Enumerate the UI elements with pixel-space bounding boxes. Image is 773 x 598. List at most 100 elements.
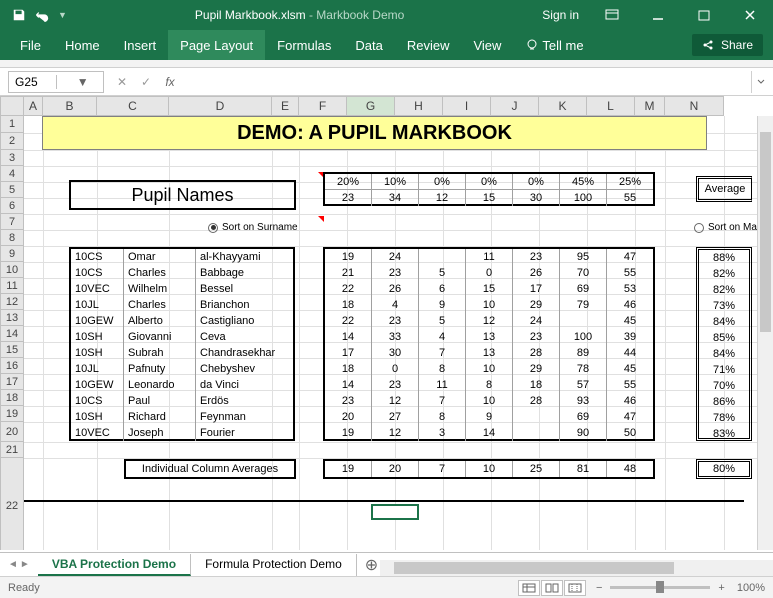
maximize-button[interactable]	[681, 0, 727, 30]
mark-cell[interactable]: 17	[513, 281, 560, 297]
mark-cell[interactable]: 13	[466, 345, 513, 361]
ribbon-tab-view[interactable]: View	[461, 30, 513, 60]
mark-cell[interactable]: 4	[419, 329, 466, 345]
mark-cell[interactable]: 28	[513, 345, 560, 361]
weight-cell[interactable]: 10%	[372, 174, 419, 190]
class-cell[interactable]: 10VEC	[71, 281, 124, 297]
avg-cell[interactable]: 82%	[699, 266, 749, 282]
col-avg-cell[interactable]: 10	[466, 461, 513, 477]
mark-cell[interactable]: 29	[513, 297, 560, 313]
col-avg-cell[interactable]: 48	[607, 461, 653, 477]
last-cell[interactable]: Ceva	[196, 329, 293, 345]
mark-cell[interactable]: 23	[513, 249, 560, 265]
sort-mark-radio[interactable]: Sort on Mark	[694, 222, 765, 233]
mark-cell[interactable]: 9	[419, 297, 466, 313]
mark-cell[interactable]: 47	[607, 409, 653, 425]
mark-cell[interactable]: 70	[560, 265, 607, 281]
first-cell[interactable]: Alberto	[124, 313, 196, 329]
first-cell[interactable]: Charles	[124, 297, 196, 313]
mark-cell[interactable]: 45	[607, 361, 653, 377]
mark-cell[interactable]	[513, 409, 560, 425]
mark-cell[interactable]: 18	[325, 297, 372, 313]
mark-cell[interactable]: 89	[560, 345, 607, 361]
minimize-button[interactable]	[635, 0, 681, 30]
col-header-I[interactable]: I	[443, 96, 491, 116]
maxmark-cell[interactable]: 12	[419, 190, 466, 206]
first-cell[interactable]: Richard	[124, 409, 196, 425]
class-cell[interactable]: 10SH	[71, 409, 124, 425]
class-cell[interactable]: 10CS	[71, 249, 124, 265]
active-cell[interactable]	[371, 504, 419, 520]
ribbon-tab-file[interactable]: File	[8, 30, 53, 60]
last-cell[interactable]: Fourier	[196, 425, 293, 441]
avg-cell[interactable]: 86%	[699, 394, 749, 410]
tell-me[interactable]: Tell me	[513, 30, 595, 60]
avg-cell[interactable]: 85%	[699, 330, 749, 346]
mark-cell[interactable]: 46	[607, 297, 653, 313]
close-button[interactable]	[727, 0, 773, 30]
weight-cell[interactable]: 25%	[607, 174, 653, 190]
mark-cell[interactable]: 3	[419, 425, 466, 441]
mark-cell[interactable]: 50	[607, 425, 653, 441]
last-cell[interactable]: al-Khayyami	[196, 249, 293, 265]
zoom-slider[interactable]	[610, 586, 710, 589]
mark-cell[interactable]	[560, 313, 607, 329]
mark-cell[interactable]: 28	[513, 393, 560, 409]
save-icon[interactable]	[12, 8, 26, 22]
maxmark-cell[interactable]: 30	[513, 190, 560, 206]
first-cell[interactable]: Leonardo	[124, 377, 196, 393]
ribbon-tab-page-layout[interactable]: Page Layout	[168, 30, 265, 60]
mark-cell[interactable]: 90	[560, 425, 607, 441]
mark-cell[interactable]: 23	[513, 329, 560, 345]
row-header-15[interactable]: 15	[0, 342, 24, 358]
normal-view-icon[interactable]	[518, 580, 540, 596]
mark-cell[interactable]: 47	[607, 249, 653, 265]
row-header-3[interactable]: 3	[0, 150, 24, 166]
first-cell[interactable]: Joseph	[124, 425, 196, 441]
horizontal-scrollbar[interactable]	[380, 560, 773, 576]
class-cell[interactable]: 10CS	[71, 265, 124, 281]
mark-cell[interactable]: 26	[372, 281, 419, 297]
mark-cell[interactable]: 20	[325, 409, 372, 425]
class-cell[interactable]: 10GEW	[71, 377, 124, 393]
mark-cell[interactable]: 45	[607, 313, 653, 329]
mark-cell[interactable]: 78	[560, 361, 607, 377]
mark-cell[interactable]: 93	[560, 393, 607, 409]
mark-cell[interactable]: 24	[372, 249, 419, 265]
last-cell[interactable]: Bessel	[196, 281, 293, 297]
mark-cell[interactable]: 0	[466, 265, 513, 281]
mark-cell[interactable]: 8	[419, 409, 466, 425]
mark-cell[interactable]: 39	[607, 329, 653, 345]
mark-cell[interactable]: 26	[513, 265, 560, 281]
last-cell[interactable]: Feynman	[196, 409, 293, 425]
avg-cell[interactable]: 83%	[699, 426, 749, 442]
col-avg-cell[interactable]: 7	[419, 461, 466, 477]
col-header-D[interactable]: D	[169, 96, 272, 116]
enter-formula-icon[interactable]: ✓	[134, 75, 158, 89]
first-cell[interactable]: Omar	[124, 249, 196, 265]
mark-cell[interactable]: 23	[325, 393, 372, 409]
expand-formula-bar-icon[interactable]	[751, 71, 769, 93]
last-cell[interactable]: Erdös	[196, 393, 293, 409]
first-cell[interactable]: Pafnuty	[124, 361, 196, 377]
mark-cell[interactable]: 29	[513, 361, 560, 377]
mark-cell[interactable]: 4	[372, 297, 419, 313]
row-header-11[interactable]: 11	[0, 278, 24, 294]
mark-cell[interactable]: 10	[466, 393, 513, 409]
mark-cell[interactable]: 11	[419, 377, 466, 393]
class-cell[interactable]: 10VEC	[71, 425, 124, 441]
avg-cell[interactable]: 84%	[699, 314, 749, 330]
avg-cell[interactable]: 78%	[699, 410, 749, 426]
row-header-5[interactable]: 5	[0, 182, 24, 198]
mark-cell[interactable]: 100	[560, 329, 607, 345]
mark-cell[interactable]: 79	[560, 297, 607, 313]
mark-cell[interactable]: 10	[466, 361, 513, 377]
col-header-H[interactable]: H	[395, 96, 443, 116]
avg-cell[interactable]: 70%	[699, 378, 749, 394]
col-header-N[interactable]: N	[665, 96, 724, 116]
avg-cell[interactable]: 82%	[699, 282, 749, 298]
tab-nav-next-icon[interactable]: ►	[20, 559, 30, 570]
undo-icon[interactable]	[34, 8, 50, 22]
row-header-1[interactable]: 1	[0, 116, 24, 133]
page-break-view-icon[interactable]	[564, 580, 586, 596]
